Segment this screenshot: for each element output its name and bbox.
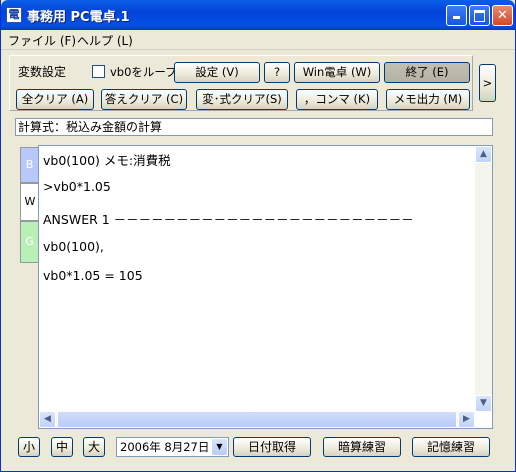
editor-line: vb0(100),	[43, 239, 104, 254]
vertical-scrollbar[interactable]: ▲ ▼	[475, 146, 492, 412]
title-bar[interactable]: 電 事務用 PC電卓.1 ✕	[1, 0, 515, 30]
win-calc-button[interactable]: Win電卓 (W)	[294, 62, 380, 83]
menu-help[interactable]: ヘルプ (L)	[77, 32, 133, 49]
close-button[interactable]: ✕	[492, 5, 513, 26]
chevron-down-icon[interactable]: ▼	[212, 439, 227, 455]
help-question-button[interactable]: ?	[264, 62, 290, 83]
font-small-button[interactable]: 小	[18, 437, 40, 457]
font-medium-button[interactable]: 中	[51, 437, 73, 457]
formula-input[interactable]: 計算式：税込み金額の計算	[15, 118, 493, 136]
scroll-up-arrow-icon[interactable]: ▲	[475, 146, 492, 163]
maximize-icon	[474, 10, 485, 22]
font-large-button[interactable]: 大	[83, 437, 105, 457]
menu-file[interactable]: ファイル (F)	[8, 32, 76, 49]
minimize-icon	[453, 16, 460, 19]
clear-all-button[interactable]: 全クリア (A)	[16, 89, 94, 110]
minimize-button[interactable]	[446, 5, 467, 26]
horizontal-scrollbar[interactable]: ◀ ▶	[39, 411, 475, 428]
scroll-left-arrow-icon[interactable]: ◀	[39, 411, 56, 428]
tab-g[interactable]: G	[20, 221, 39, 263]
date-value: 2006年 8月27日	[120, 440, 210, 454]
memory-practice-button[interactable]: 記憶練習	[412, 437, 490, 457]
tab-b[interactable]: B	[20, 147, 39, 183]
horizontal-scroll-thumb[interactable]	[57, 411, 457, 428]
maximize-button[interactable]	[469, 5, 490, 26]
exit-button[interactable]: 終了 (E)	[384, 62, 470, 83]
close-icon: ✕	[497, 8, 508, 23]
tab-w[interactable]: W	[20, 183, 39, 221]
get-date-button[interactable]: 日付取得	[233, 437, 311, 457]
loop-checkbox-label: vb0をループ	[110, 65, 177, 79]
scroll-down-arrow-icon[interactable]: ▼	[475, 395, 492, 412]
toolbar-panel: 変数設定 vb0をループ 設定 (V) ? Win電卓 (W) 終了 (E) 全…	[9, 55, 473, 111]
calc-editor[interactable]: vb0(100) メモ:消費税 >vb0*1.05 ANSWER 1 －－－－－…	[38, 145, 493, 429]
date-picker[interactable]: 2006年 8月27日 ▼	[116, 437, 229, 457]
editor-line: vb0(100) メモ:消費税	[43, 153, 171, 168]
clear-answer-button[interactable]: 答えクリア (C)	[101, 89, 187, 110]
comma-button[interactable]: ，コンマ (K)	[296, 89, 378, 110]
expand-panel-button[interactable]: >	[479, 64, 496, 102]
mental-practice-button[interactable]: 暗算練習	[323, 437, 401, 457]
editor-line: vb0*1.05 = 105	[43, 268, 143, 283]
menu-bar: ファイル (F) ヘルプ (L)	[1, 30, 515, 50]
calculator-app-icon: 電	[6, 7, 22, 23]
variable-settings-label: 変数設定	[18, 65, 67, 79]
settings-button[interactable]: 設定 (V)	[174, 62, 260, 83]
loop-checkbox[interactable]	[92, 65, 105, 78]
editor-line-answer: ANSWER 1 －－－－－－－－－－－－－－－－－－－－－－－－	[43, 212, 414, 227]
editor-line: >vb0*1.05	[43, 179, 111, 194]
memo-output-button[interactable]: メモ出力 (M)	[386, 89, 470, 110]
clear-variable-formula-button[interactable]: 変･式クリア(S)	[196, 89, 288, 110]
window-title: 事務用 PC電卓.1	[27, 10, 130, 25]
scroll-right-arrow-icon[interactable]: ▶	[458, 411, 475, 428]
app-window: 電 事務用 PC電卓.1 ✕ ファイル (F) ヘルプ (L) 変数設定 vb0…	[0, 0, 516, 472]
